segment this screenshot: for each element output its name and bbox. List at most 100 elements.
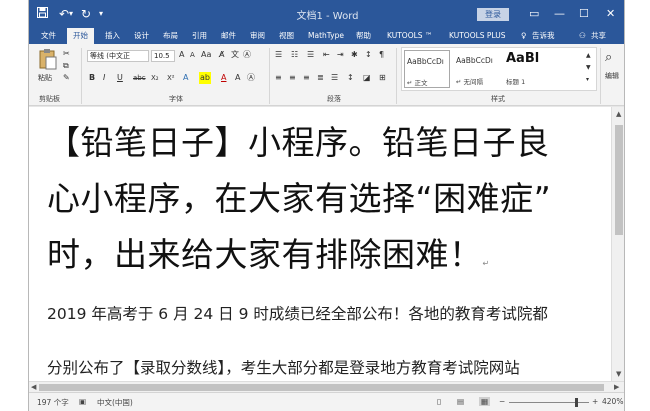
- decrease-indent-icon[interactable]: ⇤: [323, 49, 330, 61]
- editing-button[interactable]: 编辑: [605, 70, 619, 82]
- bold-button[interactable]: B: [89, 72, 95, 84]
- horizontal-scrollbar[interactable]: ◀ ▶: [29, 381, 624, 392]
- scroll-down-icon[interactable]: ▼: [616, 369, 621, 379]
- divider: [81, 48, 82, 104]
- tab-kutools[interactable]: KUTOOLS ™: [387, 30, 432, 42]
- zoom-slider-thumb[interactable]: [574, 398, 578, 407]
- tab-review[interactable]: 审阅: [250, 30, 265, 42]
- tab-mathtype[interactable]: MathType: [308, 30, 344, 42]
- scroll-up-icon[interactable]: ▲: [616, 109, 621, 119]
- increase-indent-icon[interactable]: ⇥: [337, 49, 344, 61]
- change-case-icon[interactable]: Aa: [201, 49, 211, 61]
- tab-kutools-plus[interactable]: KUTOOLS PLUS: [449, 30, 506, 42]
- font-name-combo[interactable]: 等线 (中文正: [87, 50, 149, 62]
- copy-icon[interactable]: ⧉: [63, 60, 69, 72]
- font-color-icon[interactable]: A: [221, 72, 226, 84]
- enclose-characters-icon[interactable]: Ⓐ: [243, 49, 251, 61]
- sort-icon[interactable]: ↕: [365, 49, 372, 61]
- tab-view[interactable]: 视图: [279, 30, 294, 42]
- horizontal-scroll-thumb[interactable]: [39, 384, 604, 391]
- heading-line: 【铅笔日子】小程序。铅笔日子良: [47, 123, 550, 162]
- close-icon[interactable]: ✕: [606, 6, 615, 22]
- phonetic-guide-icon[interactable]: 文: [231, 49, 239, 61]
- clipboard-icon: [39, 49, 57, 70]
- paste-button[interactable]: 粘贴: [37, 48, 59, 88]
- align-left-icon[interactable]: ≡: [275, 72, 282, 84]
- text-effects-icon[interactable]: A: [183, 72, 188, 84]
- ribbon-home: 粘贴 ✂ ⧉ ✎ 剪贴板 等线 (中文正 10.5 A A Aa A̸ 文 Ⓐ …: [29, 44, 624, 106]
- scroll-right-icon[interactable]: ▶: [614, 382, 619, 392]
- cut-icon[interactable]: ✂: [63, 48, 70, 60]
- tab-help[interactable]: 帮助: [356, 30, 371, 42]
- character-shading-icon[interactable]: A: [235, 72, 240, 84]
- styles-scroll-up-icon[interactable]: ▲: [586, 50, 591, 62]
- zoom-out-icon[interactable]: −: [499, 397, 505, 406]
- share-button[interactable]: 共享: [591, 30, 606, 42]
- lightbulb-icon[interactable]: ♀: [521, 30, 527, 42]
- borders-icon[interactable]: ⊞: [379, 72, 386, 84]
- zoom-level[interactable]: 420%: [602, 397, 623, 406]
- tab-home[interactable]: 开始: [67, 28, 94, 44]
- distributed-icon[interactable]: ☰: [331, 72, 338, 84]
- style-heading-1[interactable]: AaBl 标题 1: [504, 50, 550, 88]
- numbering-icon[interactable]: ☷: [291, 49, 298, 61]
- tab-insert[interactable]: 插入: [105, 30, 120, 42]
- italic-button[interactable]: I: [103, 72, 105, 84]
- style-normal[interactable]: AaBbCcDı ↵ 正文: [404, 50, 450, 88]
- line-spacing-icon[interactable]: ↕: [347, 72, 354, 84]
- person-icon[interactable]: ⚇: [579, 30, 586, 42]
- tell-me-search[interactable]: 告诉我: [532, 30, 555, 42]
- document-heading[interactable]: 【铅笔日子】小程序。铅笔日子良 心小程序，在大家有选择“困难症” 时，出来给大家…: [47, 115, 607, 292]
- document-page[interactable]: 【铅笔日子】小程序。铅笔日子良 心小程序，在大家有选择“困难症” 时，出来给大家…: [29, 107, 611, 381]
- divider: [396, 48, 397, 104]
- ribbon-display-options-icon[interactable]: ▭: [529, 6, 539, 22]
- tab-references[interactable]: 引用: [192, 30, 207, 42]
- web-layout-icon[interactable]: ▦: [479, 397, 491, 406]
- language-status[interactable]: 中文(中国): [97, 397, 133, 408]
- document-paragraph[interactable]: 2019 年高考于 6 月 24 日 9 时成绩已经全部公布！各地的教育考试院都…: [47, 287, 607, 381]
- subscript-button[interactable]: X₂: [151, 72, 159, 84]
- word-window: ↶ ▾ ↻ ▾ 文档1 - Word 登录 ▭ — ☐ ✕ 文件 开始 插入 设…: [28, 0, 625, 411]
- find-icon[interactable]: ⌕: [605, 51, 612, 64]
- vertical-scrollbar[interactable]: ▲ ▼: [611, 107, 624, 381]
- styles-more-icon[interactable]: ▾: [586, 74, 589, 86]
- style-sample: AaBbCcDı: [407, 57, 444, 66]
- scroll-left-icon[interactable]: ◀: [31, 382, 36, 392]
- shading-icon[interactable]: ◪: [363, 72, 371, 84]
- clear-formatting-icon[interactable]: A̸: [219, 49, 224, 61]
- highlight-icon[interactable]: ab: [199, 72, 211, 84]
- align-right-icon[interactable]: ≡: [303, 72, 310, 84]
- word-count[interactable]: 197 个字: [37, 397, 69, 408]
- show-marks-icon[interactable]: ¶: [379, 49, 384, 61]
- chinese-layout-icon[interactable]: ✱: [351, 49, 358, 61]
- tab-file[interactable]: 文件: [41, 30, 56, 42]
- underline-button[interactable]: U: [117, 72, 123, 84]
- strikethrough-button[interactable]: abc: [133, 72, 146, 84]
- shrink-font-icon[interactable]: A: [190, 49, 195, 61]
- format-painter-icon[interactable]: ✎: [63, 72, 70, 84]
- bullets-icon[interactable]: ☰: [275, 49, 282, 61]
- multilevel-list-icon[interactable]: ☰: [307, 49, 314, 61]
- font-size-combo[interactable]: 10.5: [151, 50, 175, 62]
- minimize-icon[interactable]: —: [554, 6, 565, 22]
- read-mode-icon[interactable]: ▯: [437, 397, 441, 406]
- grow-font-icon[interactable]: A: [179, 49, 184, 61]
- zoom-in-icon[interactable]: +: [592, 397, 598, 406]
- heading-line: 心小程序，在大家有选择“困难症”: [47, 179, 552, 218]
- sign-in-button[interactable]: 登录: [477, 8, 509, 21]
- tab-layout[interactable]: 布局: [163, 30, 178, 42]
- vertical-scroll-thumb[interactable]: [615, 125, 623, 235]
- print-layout-icon[interactable]: ▤: [457, 397, 464, 406]
- character-border-icon[interactable]: Ⓐ: [247, 72, 255, 84]
- styles-group-label: 样式: [491, 95, 505, 103]
- title-bar: ↶ ▾ ↻ ▾ 文档1 - Word 登录 ▭ — ☐ ✕: [29, 0, 624, 28]
- align-center-icon[interactable]: ≡: [289, 72, 296, 84]
- maximize-icon[interactable]: ☐: [579, 6, 589, 22]
- tab-mailings[interactable]: 邮件: [221, 30, 236, 42]
- style-no-spacing[interactable]: AaBbCcDı ↵ 无间隔: [454, 50, 500, 88]
- styles-scroll-down-icon[interactable]: ▼: [586, 62, 591, 74]
- tab-design[interactable]: 设计: [134, 30, 149, 42]
- proofing-icon[interactable]: ▣: [79, 397, 86, 406]
- superscript-button[interactable]: X²: [167, 72, 175, 84]
- justify-icon[interactable]: ≣: [317, 72, 324, 84]
